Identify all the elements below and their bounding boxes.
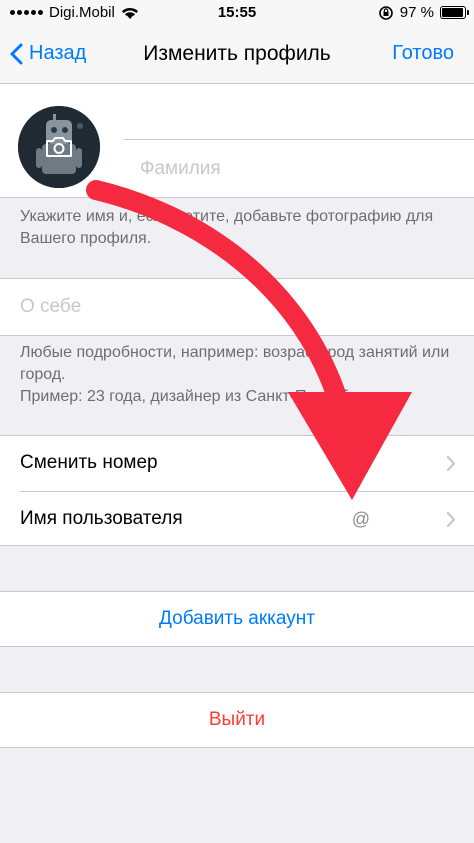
last-name-input[interactable] bbox=[124, 141, 474, 197]
username-label: Имя пользователя bbox=[20, 508, 183, 529]
username-value: @ bbox=[351, 509, 370, 529]
back-button[interactable]: Назад bbox=[10, 42, 86, 65]
chevron-right-icon bbox=[446, 455, 456, 472]
add-account-label: Добавить аккаунт bbox=[159, 608, 315, 629]
camera-icon bbox=[46, 137, 72, 157]
first-name-input[interactable] bbox=[124, 84, 474, 139]
about-hint-line-1: Любые подробности, например: возраст, ро… bbox=[20, 344, 450, 383]
about-hint-line-2: Пример: 23 года, дизайнер из Санкт-Петер… bbox=[20, 388, 385, 405]
back-label: Назад bbox=[29, 42, 87, 64]
about-input[interactable] bbox=[0, 279, 474, 335]
orientation-lock-icon bbox=[378, 5, 393, 20]
battery-icon bbox=[440, 6, 469, 19]
status-right: 97 % bbox=[378, 4, 469, 21]
add-account-button[interactable]: Добавить аккаунт bbox=[0, 591, 474, 647]
profile-hint: Укажите имя и, если хотите, добавьте фот… bbox=[20, 208, 434, 247]
profile-section bbox=[0, 84, 474, 198]
battery-percent: 97 % bbox=[399, 4, 434, 21]
username-row[interactable]: Имя пользователя @ bbox=[0, 492, 474, 547]
change-number-row[interactable]: Сменить номер bbox=[0, 436, 474, 492]
about-section bbox=[0, 278, 474, 336]
change-number-label: Сменить номер bbox=[20, 452, 158, 473]
account-settings-list: Сменить номер Имя пользователя @ bbox=[0, 435, 474, 546]
logout-button[interactable]: Выйти bbox=[0, 692, 474, 748]
done-button[interactable]: Готово bbox=[392, 42, 454, 65]
last-name-field-container bbox=[124, 141, 474, 197]
logout-label: Выйти bbox=[208, 709, 266, 730]
status-bar: Digi.Mobil 15:55 97 % bbox=[0, 0, 474, 26]
about-hint: Любые подробности, например: возраст, ро… bbox=[20, 342, 460, 408]
avatar[interactable] bbox=[18, 106, 100, 188]
chevron-right-icon bbox=[446, 511, 456, 528]
first-name-field-container bbox=[124, 84, 474, 140]
navigation-bar: Назад Изменить профиль Готово bbox=[0, 26, 474, 84]
chevron-left-icon bbox=[10, 43, 23, 64]
